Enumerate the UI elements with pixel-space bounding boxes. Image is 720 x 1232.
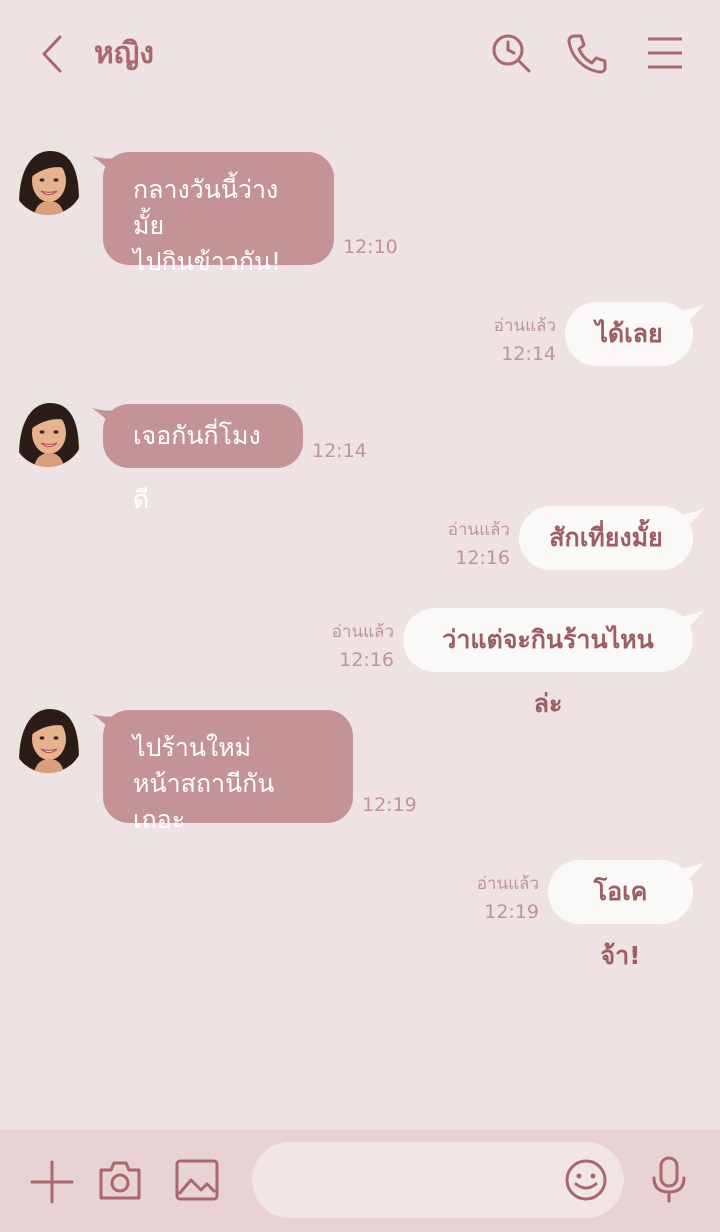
message-time: 12:16 <box>455 547 510 569</box>
image-icon <box>175 1159 219 1201</box>
message-time: 12:19 <box>362 794 417 816</box>
message-meta: อ่านแล้ว 12:16 <box>332 618 394 671</box>
emoji-button[interactable] <box>564 1158 608 1202</box>
message-bubble[interactable]: สักเที่ยงมั้ย <box>519 506 693 570</box>
message-time: 12:14 <box>312 440 367 462</box>
hamburger-menu-icon <box>648 37 682 69</box>
search-button[interactable] <box>490 32 532 74</box>
camera-icon <box>99 1161 141 1200</box>
read-receipt: อ่านแล้ว <box>476 874 539 894</box>
plus-icon <box>30 1160 74 1204</box>
gallery-button[interactable] <box>174 1158 220 1202</box>
message-bubble[interactable]: ว่าแต่จะกินร้านไหนล่ะ <box>403 608 693 718</box>
message-line: กลางวันนี้ว่างมั้ย <box>133 175 279 240</box>
menu-button[interactable] <box>644 32 686 74</box>
back-button[interactable] <box>36 34 72 74</box>
message-meta: อ่านแล้ว 12:16 <box>448 516 510 569</box>
message-line: เจอกันกี่โมงดี <box>133 421 261 514</box>
chat-title: หญิง <box>94 36 154 71</box>
message-meta: อ่านแล้ว 12:14 <box>494 312 556 365</box>
message-time: 12:14 <box>501 343 556 365</box>
message-line: หน้าสถานีกันเถอะ <box>133 769 275 834</box>
read-receipt: อ่านแล้ว <box>331 622 394 642</box>
emoji-icon <box>565 1159 607 1201</box>
microphone-icon <box>652 1156 686 1203</box>
call-button[interactable] <box>566 32 608 74</box>
message-time: 12:19 <box>484 901 539 923</box>
chat-header: หญิง <box>0 0 720 108</box>
voice-button[interactable] <box>650 1156 688 1204</box>
camera-button[interactable] <box>97 1158 143 1202</box>
message-line: ไปร้านใหม่ <box>133 733 252 762</box>
message-bubble[interactable]: โอเคจ้า! <box>548 860 693 970</box>
message-time: 12:10 <box>343 236 398 258</box>
input-bar <box>0 1130 720 1232</box>
add-button[interactable] <box>30 1160 74 1204</box>
chevron-left-icon <box>42 35 62 73</box>
avatar[interactable] <box>12 143 84 215</box>
message-line: ไปกินข้าวกัน! <box>133 247 282 276</box>
search-history-icon <box>492 34 531 73</box>
phone-icon <box>567 34 607 74</box>
avatar[interactable] <box>12 395 84 467</box>
avatar[interactable] <box>12 701 84 773</box>
message-bubble[interactable]: ได้เลย <box>565 302 693 366</box>
message-meta: อ่านแล้ว 12:19 <box>477 870 539 923</box>
message-bubble[interactable]: ไปร้านใหม่ หน้าสถานีกันเถอะ <box>103 710 353 834</box>
read-receipt: อ่านแล้ว <box>493 316 556 336</box>
read-receipt: อ่านแล้ว <box>447 520 510 540</box>
message-time: 12:16 <box>339 649 394 671</box>
message-bubble[interactable]: กลางวันนี้ว่างมั้ย ไปกินข้าวกัน! <box>103 152 334 276</box>
message-bubble[interactable]: เจอกันกี่โมงดี <box>103 404 303 514</box>
